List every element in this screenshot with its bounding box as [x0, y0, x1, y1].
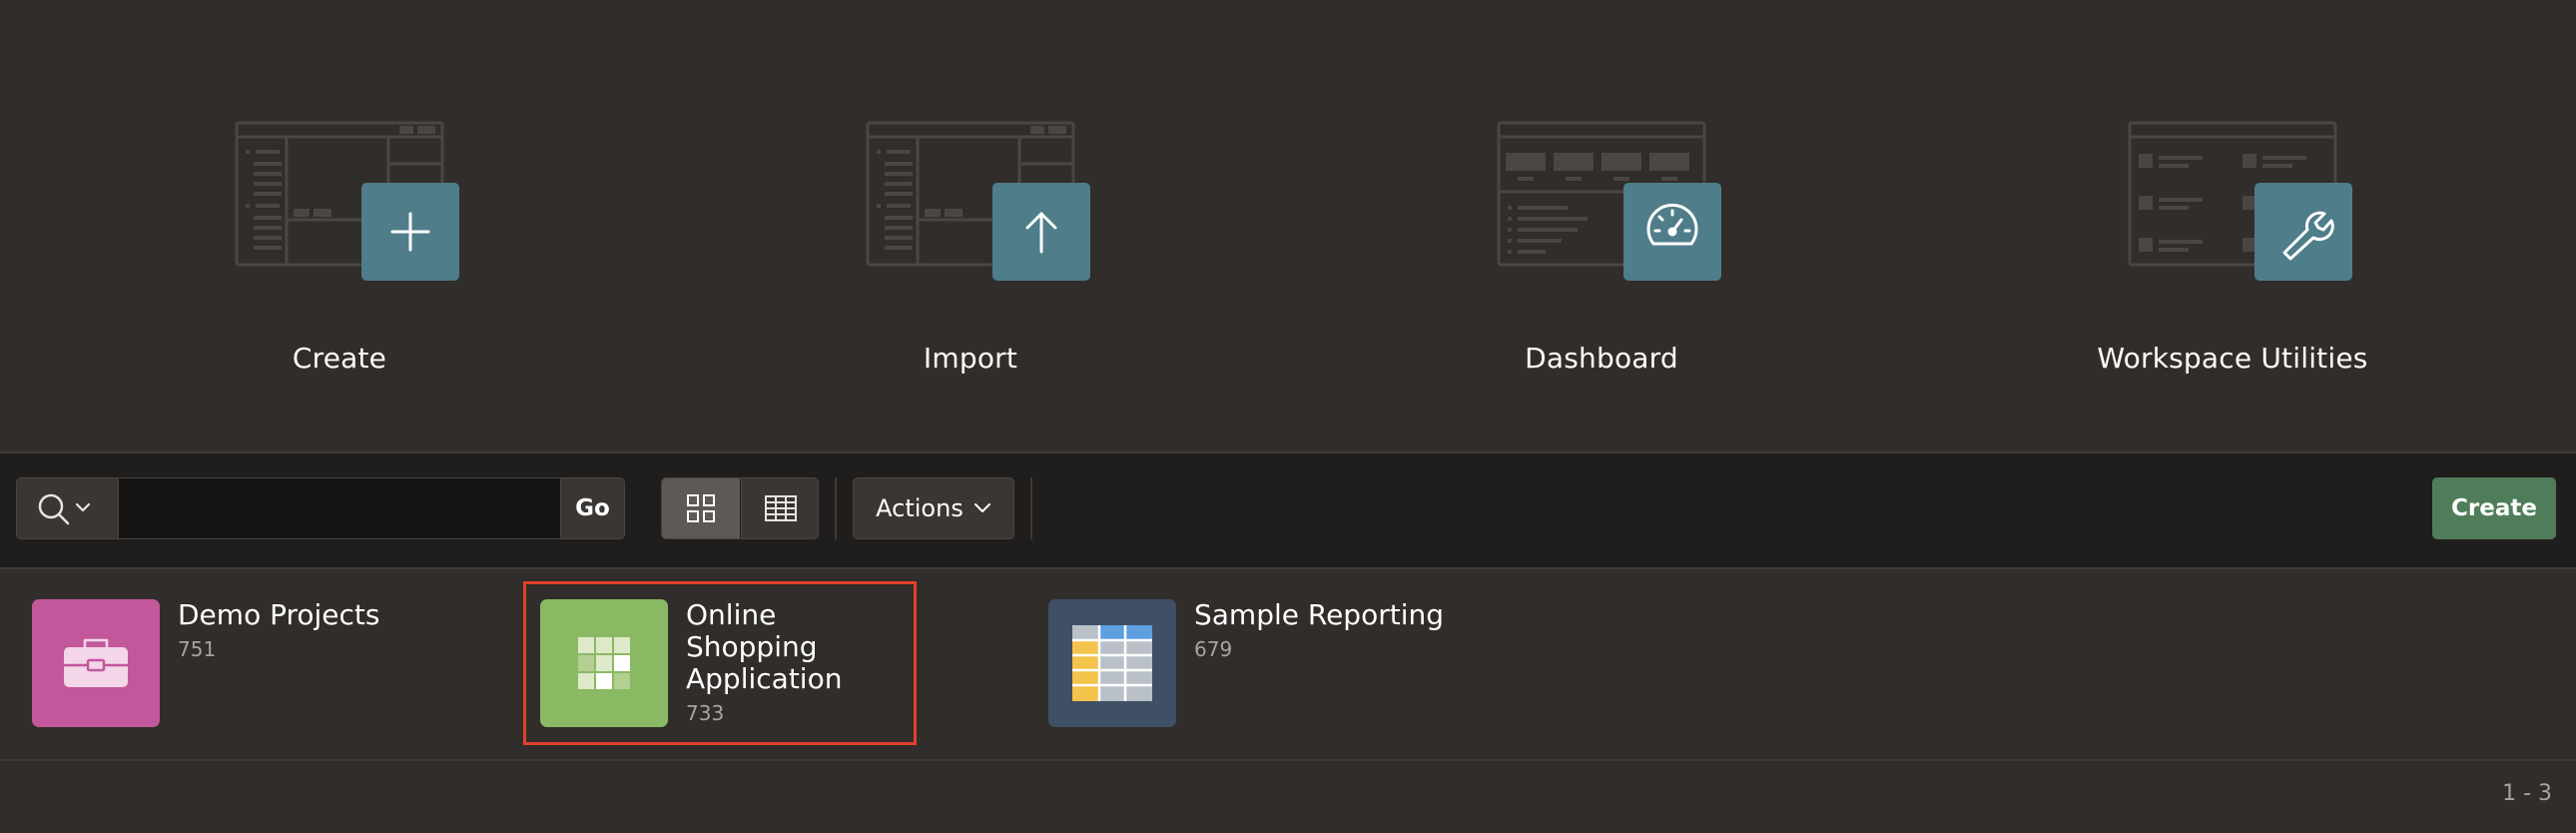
- table-view-icon: [764, 495, 797, 521]
- app-id: 751: [178, 637, 217, 661]
- app-name: Sample Reporting: [1194, 598, 1445, 631]
- app-name: Demo Projects: [178, 598, 380, 631]
- selection-highlight: [523, 581, 917, 745]
- actions-menu-button[interactable]: Actions: [853, 477, 1014, 539]
- section-divider: [0, 567, 2576, 569]
- dashboard-illustration: [1497, 121, 1721, 281]
- search-bar: Go: [16, 477, 625, 539]
- app-info: Demo Projects 751: [178, 599, 457, 665]
- search-icon: [38, 493, 70, 525]
- import-illustration: [866, 121, 1090, 281]
- chevron-down-icon: [75, 502, 91, 512]
- search-column-menu-button[interactable]: [17, 478, 119, 538]
- table-icon: [1072, 625, 1152, 701]
- workspace-utilities-illustration: [2128, 121, 2352, 281]
- workspace-utilities-tile-label: Workspace Utilities: [2097, 342, 2368, 375]
- toolbar-separator: [835, 477, 837, 539]
- create-tile-label: Create: [292, 342, 387, 375]
- grid-view-icon: [687, 494, 715, 522]
- dashboard-tile[interactable]: Dashboard: [1392, 110, 1811, 400]
- list-divider: [0, 759, 2576, 761]
- actions-label: Actions: [876, 494, 964, 522]
- search-input[interactable]: [121, 478, 560, 538]
- icon-view-button[interactable]: [662, 478, 740, 538]
- app-icon: [1048, 599, 1176, 727]
- hero-section: Create Import Dashboard Workspace Utilit…: [0, 0, 2576, 451]
- toolbar: Go Actions Create: [0, 453, 2576, 567]
- app-card-sample-reporting[interactable]: Sample Reporting 679: [1048, 595, 1488, 743]
- workspace-utilities-tile[interactable]: Workspace Utilities: [2023, 110, 2442, 400]
- app-icon: [32, 599, 160, 727]
- create-tile[interactable]: Create: [130, 110, 549, 400]
- import-tile-label: Import: [923, 342, 1018, 375]
- app-info: Sample Reporting 679: [1194, 599, 1474, 665]
- view-toggle: [661, 477, 819, 539]
- pagination-range: 1 - 3: [2502, 781, 2552, 806]
- toolbar-separator: [1030, 477, 1032, 539]
- create-illustration: [235, 121, 459, 281]
- app-id: 679: [1194, 637, 1233, 661]
- dashboard-tile-label: Dashboard: [1525, 342, 1678, 375]
- create-app-button[interactable]: Create: [2432, 477, 2556, 539]
- import-tile[interactable]: Import: [761, 110, 1180, 400]
- go-button[interactable]: Go: [560, 478, 624, 538]
- app-card-demo-projects[interactable]: Demo Projects 751: [32, 595, 471, 743]
- toolbox-icon: [64, 638, 128, 687]
- report-view-button[interactable]: [741, 478, 818, 538]
- chevron-down-icon: [973, 503, 990, 512]
